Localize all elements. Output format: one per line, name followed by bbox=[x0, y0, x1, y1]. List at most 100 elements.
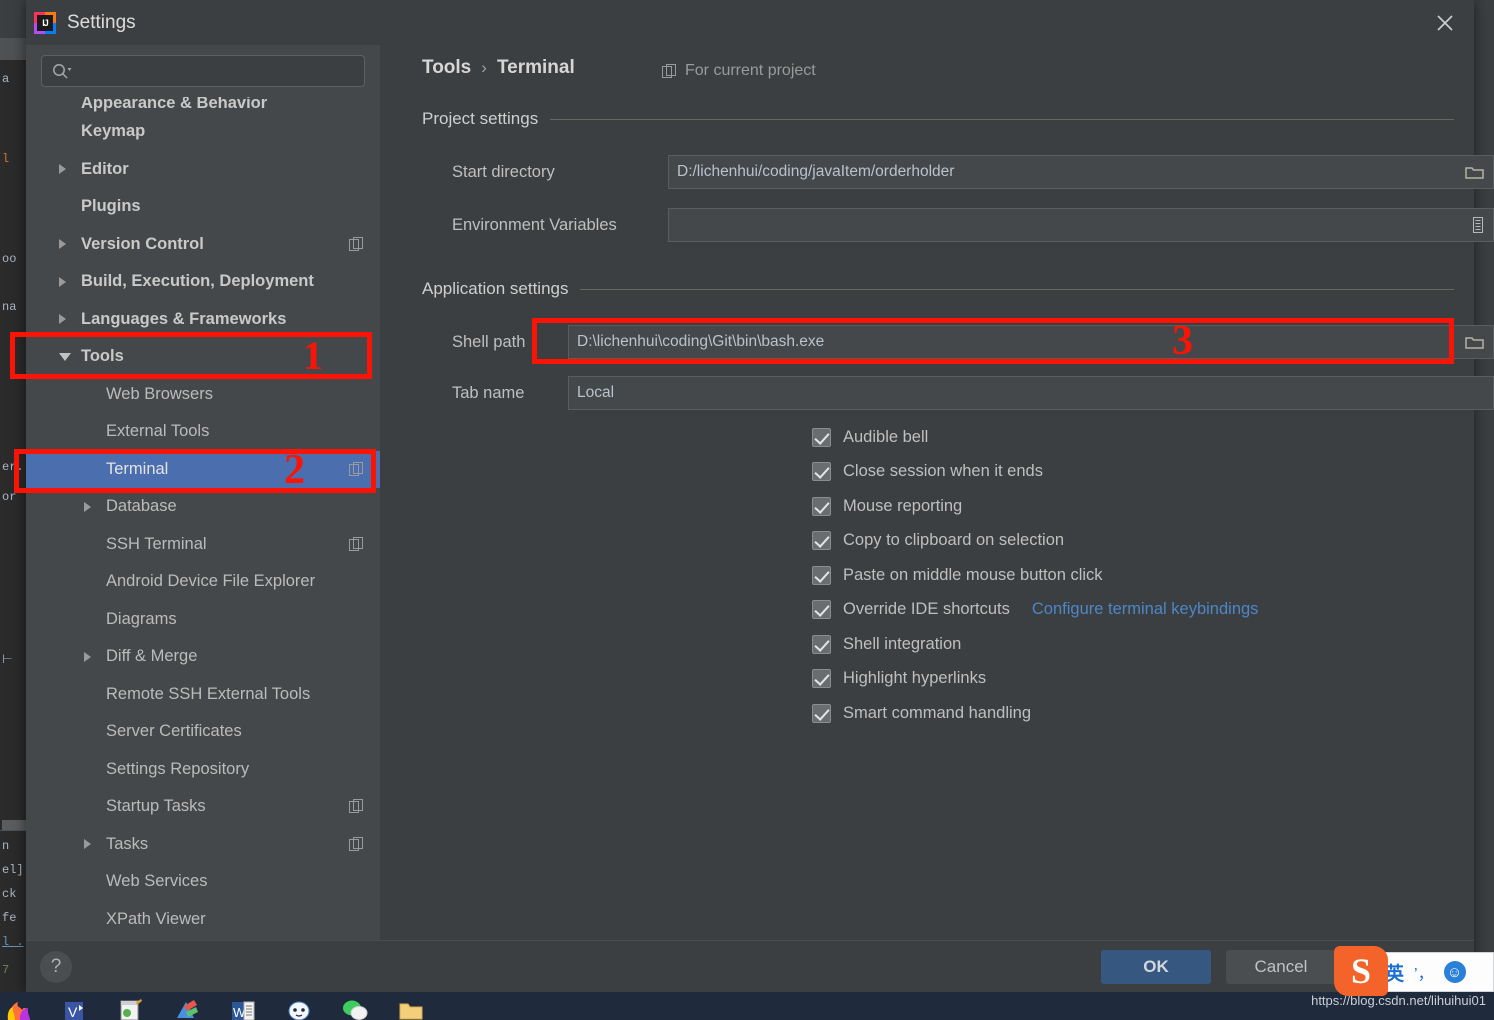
group-project-settings: Project settings bbox=[422, 109, 1454, 129]
sidebar-item-label: Keymap bbox=[81, 122, 146, 141]
breadcrumb-parent[interactable]: Tools bbox=[422, 57, 471, 79]
sidebar-item-remote-ssh-external-tools[interactable]: Remote SSH External Tools bbox=[26, 676, 380, 714]
search-box[interactable] bbox=[41, 55, 365, 87]
sidebar-item-server-certificates[interactable]: Server Certificates bbox=[26, 713, 380, 751]
sidebar-item-android-device-file-explorer[interactable]: Android Device File Explorer bbox=[26, 563, 380, 601]
sogou-logo-icon[interactable]: S bbox=[1334, 946, 1388, 996]
start-directory-input[interactable]: D:/lichenhui/coding/javaItem/orderholder bbox=[668, 155, 1494, 189]
ime-emoji-icon[interactable]: ☺ bbox=[1443, 961, 1466, 983]
sogou-ime-bar[interactable]: 英 ’， ☺ bbox=[1378, 952, 1494, 992]
checkbox-input[interactable] bbox=[812, 427, 831, 447]
help-button[interactable]: ? bbox=[40, 951, 72, 983]
chevron-right-icon[interactable] bbox=[59, 239, 66, 250]
copy-icon bbox=[349, 836, 364, 852]
windows-taskbar: V W https://blog.csdn.net/lihuihui01 bbox=[0, 992, 1494, 1020]
environment-variables-input[interactable] bbox=[668, 208, 1494, 242]
search-input[interactable] bbox=[72, 62, 364, 80]
sidebar-item-web-services[interactable]: Web Services bbox=[26, 863, 380, 901]
checkbox-row-close-session-when-it-ends[interactable]: Close session when it ends bbox=[812, 460, 1043, 484]
checkbox-row-highlight-hyperlinks[interactable]: Highlight hyperlinks bbox=[812, 667, 986, 691]
checkbox-input[interactable] bbox=[812, 600, 831, 619]
checkbox-label: Mouse reporting bbox=[843, 496, 963, 515]
sidebar-item-web-browsers[interactable]: Web Browsers bbox=[26, 376, 380, 414]
cancel-button[interactable]: Cancel bbox=[1226, 950, 1336, 984]
code-fragment: na bbox=[2, 300, 17, 314]
qq-browser-icon[interactable] bbox=[286, 996, 312, 1020]
dialog-titlebar: IJ Settings bbox=[26, 0, 1474, 45]
list-icon[interactable] bbox=[1465, 216, 1485, 234]
sidebar-item-terminal[interactable]: Terminal bbox=[26, 450, 380, 488]
chevron-right-icon[interactable] bbox=[84, 501, 91, 512]
checkbox-row-paste-on-middle-mouse-button-click[interactable]: Paste on middle mouse button click bbox=[812, 563, 1103, 587]
folder-icon[interactable] bbox=[1459, 334, 1485, 350]
code-fragment: n bbox=[2, 839, 10, 853]
folder-icon[interactable] bbox=[1459, 164, 1485, 180]
chevron-right-icon[interactable] bbox=[84, 839, 91, 850]
checkbox-input[interactable] bbox=[812, 634, 831, 654]
sidebar-item-languages-frameworks[interactable]: Languages & Frameworks bbox=[26, 301, 380, 339]
sidebar-item-tools[interactable]: Tools bbox=[26, 338, 380, 376]
checkbox-input[interactable] bbox=[812, 669, 831, 688]
settings-sidebar: Appearance & Behavior Keymap Editor Plugins… bbox=[26, 45, 380, 940]
sidebar-item-appearance-behavior[interactable]: Appearance & Behavior bbox=[26, 97, 380, 113]
sidebar-item-database[interactable]: Database bbox=[26, 488, 380, 526]
code-fragment: oo bbox=[2, 252, 17, 266]
sidebar-item-tasks[interactable]: Tasks bbox=[26, 826, 380, 864]
folder-icon[interactable] bbox=[398, 996, 424, 1020]
checkbox-input[interactable] bbox=[812, 703, 831, 723]
checkbox-input[interactable] bbox=[812, 496, 831, 516]
sidebar-item-diagrams[interactable]: Diagrams bbox=[26, 601, 380, 639]
sidebar-item-label: Server Certificates bbox=[106, 722, 242, 741]
notes-icon[interactable] bbox=[118, 996, 144, 1020]
checkbox-input[interactable] bbox=[812, 531, 831, 550]
sidebar-item-label: Tools bbox=[81, 347, 124, 366]
sidebar-item-editor[interactable]: Editor bbox=[26, 151, 380, 189]
sidebar-item-settings-repository[interactable]: Settings Repository bbox=[26, 751, 380, 789]
checkbox-row-mouse-reporting[interactable]: Mouse reporting bbox=[812, 494, 962, 518]
shell-path-input[interactable]: D:\lichenhui\coding\Git\bin\bash.exe bbox=[568, 325, 1494, 359]
chevron-right-icon[interactable] bbox=[59, 276, 66, 287]
firefox-icon[interactable] bbox=[6, 996, 32, 1020]
tab-name-input[interactable]: Local bbox=[568, 376, 1494, 410]
checkbox-label: Audible bell bbox=[843, 427, 929, 446]
copy-icon bbox=[349, 536, 364, 552]
word-icon[interactable]: W bbox=[230, 996, 256, 1020]
chevron-down-icon[interactable] bbox=[59, 352, 71, 361]
close-icon[interactable] bbox=[1430, 8, 1460, 38]
ok-button[interactable]: OK bbox=[1101, 950, 1211, 984]
sidebar-item-build-execution-deployment[interactable]: Build, Execution, Deployment bbox=[26, 263, 380, 301]
sidebar-item-diff-merge[interactable]: Diff & Merge bbox=[26, 638, 380, 676]
visio-icon[interactable]: V bbox=[62, 996, 88, 1020]
csdn-watermark: https://blog.csdn.net/lihuihui01 bbox=[1311, 993, 1486, 1008]
sidebar-item-xpath-viewer[interactable]: XPath Viewer bbox=[26, 901, 380, 939]
paint-icon[interactable] bbox=[174, 996, 200, 1020]
checkbox-row-smart-command-handling[interactable]: Smart command handling bbox=[812, 701, 1031, 725]
sidebar-item-plugins[interactable]: Plugins bbox=[26, 188, 380, 226]
checkbox-input[interactable] bbox=[812, 565, 831, 585]
chevron-right-icon[interactable] bbox=[59, 164, 66, 175]
checkbox-row-audible-bell[interactable]: Audible bell bbox=[812, 425, 928, 449]
checkbox-row-copy-to-clipboard-on-selection[interactable]: Copy to clipboard on selection bbox=[812, 529, 1064, 553]
ime-punctuation-toggle[interactable]: ’， bbox=[1414, 960, 1434, 984]
intellij-logo-icon: IJ bbox=[34, 11, 56, 34]
sidebar-item-label: Web Services bbox=[106, 872, 208, 891]
shell-path-label: Shell path bbox=[452, 332, 526, 351]
configure-terminal-keybindings-link[interactable]: Configure terminal keybindings bbox=[1032, 600, 1259, 619]
checkbox-input[interactable] bbox=[812, 462, 831, 481]
sidebar-item-external-tools[interactable]: External Tools bbox=[26, 413, 380, 451]
svg-text:V: V bbox=[68, 1004, 78, 1020]
intellij-logo-text: IJ bbox=[37, 14, 53, 31]
checkbox-row-shell-integration[interactable]: Shell integration bbox=[812, 632, 961, 656]
sidebar-item-version-control[interactable]: Version Control bbox=[26, 226, 380, 264]
wechat-icon[interactable] bbox=[342, 996, 368, 1020]
checkbox-row-override-ide-shortcuts[interactable]: Override IDE shortcuts Configure terminal… bbox=[812, 598, 1258, 622]
sidebar-item-startup-tasks[interactable]: Startup Tasks bbox=[26, 788, 380, 826]
sidebar-item-ssh-terminal[interactable]: SSH Terminal bbox=[26, 526, 380, 564]
chevron-right-icon[interactable] bbox=[59, 314, 66, 325]
breadcrumb-current: Terminal bbox=[496, 57, 575, 78]
sidebar-item-label: Tasks bbox=[106, 834, 149, 853]
sidebar-item-label: Editor bbox=[81, 159, 129, 178]
sidebar-item-label: Terminal bbox=[106, 459, 169, 478]
sidebar-item-keymap[interactable]: Keymap bbox=[26, 113, 380, 151]
chevron-right-icon[interactable] bbox=[84, 651, 91, 662]
